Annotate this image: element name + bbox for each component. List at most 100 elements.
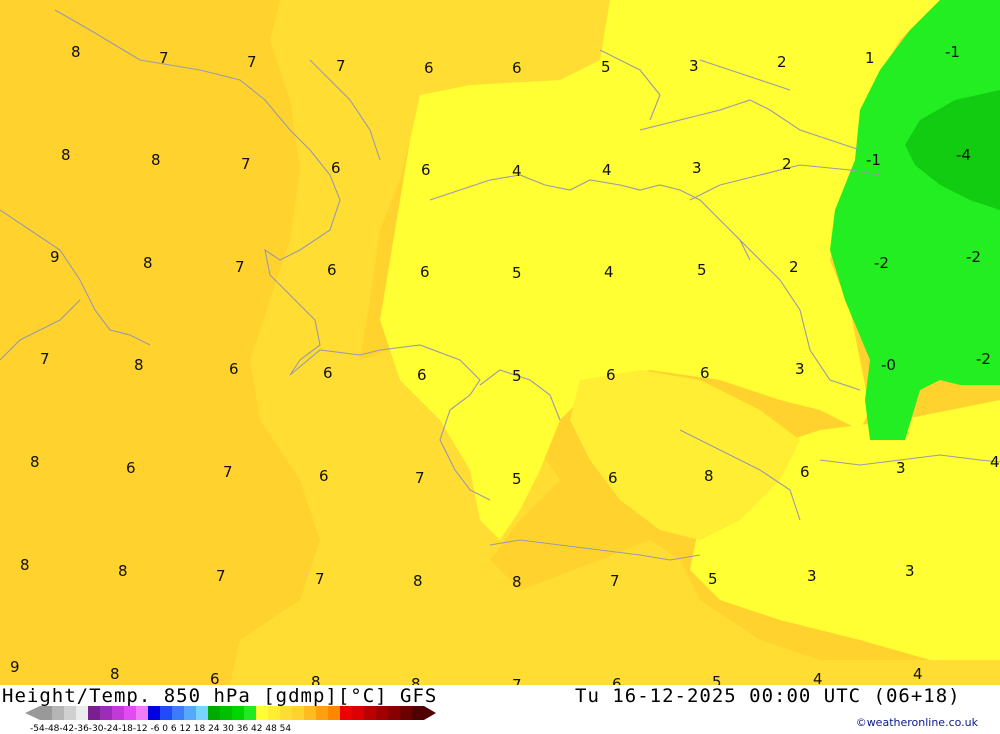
temp-label: 6 — [327, 261, 337, 279]
temp-label: 4 — [813, 670, 823, 685]
temp-label: 7 — [315, 570, 325, 588]
temp-label: 5 — [708, 570, 718, 588]
credit-link[interactable]: ©weatheronline.co.uk — [856, 716, 978, 729]
temp-label: 8 — [413, 572, 423, 590]
temp-label: 8 — [71, 43, 81, 61]
legend-color-cell — [88, 706, 100, 720]
temp-label: 4 — [913, 665, 923, 683]
temp-label: 9 — [50, 248, 60, 266]
temp-label: 6 — [229, 360, 239, 378]
legend-color-cell — [340, 706, 352, 720]
temp-label: 6 — [424, 59, 434, 77]
temp-label: 6 — [608, 469, 618, 487]
temp-label: 6 — [612, 675, 622, 685]
legend-color-cell — [208, 706, 220, 720]
temp-label: 5 — [601, 58, 611, 76]
temp-label: 5 — [697, 261, 707, 279]
legend-color-cell — [76, 706, 88, 720]
legend-color-cell — [160, 706, 172, 720]
temp-label: 7 — [415, 469, 425, 487]
legend-color-cell — [232, 706, 244, 720]
temp-label: 7 — [235, 258, 245, 276]
temp-label: 6 — [606, 366, 616, 384]
temp-label: 3 — [896, 459, 906, 477]
legend-color-cell — [256, 706, 268, 720]
temp-label: 3 — [795, 360, 805, 378]
temp-label: 8 — [151, 151, 161, 169]
temp-label: 7 — [159, 49, 169, 67]
legend-color-cell — [376, 706, 388, 720]
legend-color-cell — [328, 706, 340, 720]
temp-label: 3 — [905, 562, 915, 580]
temp-label: 8 — [134, 356, 144, 374]
temp-label: -4 — [956, 146, 971, 164]
temp-label: 8 — [311, 673, 321, 685]
legend-color-cell — [100, 706, 112, 720]
legend-color-cell — [388, 706, 400, 720]
legend-color-cell — [52, 706, 64, 720]
temp-label: 2 — [789, 258, 799, 276]
temp-label: 2 — [777, 53, 787, 71]
temp-label: 7 — [216, 567, 226, 585]
temp-label: 8 — [30, 453, 40, 471]
legend-color-cell — [136, 706, 148, 720]
temp-label: -0 — [881, 356, 896, 374]
legend-color-cell — [304, 706, 316, 720]
temp-label: 4 — [512, 162, 522, 180]
temp-label: 5 — [512, 264, 522, 282]
legend-color-cell — [316, 706, 328, 720]
temp-label: 5 — [712, 673, 722, 685]
legend-color-cell — [268, 706, 280, 720]
legend-color-cell — [172, 706, 184, 720]
temp-label: 4 — [604, 263, 614, 281]
legend-color-cell — [196, 706, 208, 720]
temp-label: 6 — [417, 366, 427, 384]
temp-label: 4 — [602, 161, 612, 179]
temp-label: -1 — [945, 43, 960, 61]
legend-color-cell — [184, 706, 196, 720]
temp-label: 6 — [420, 263, 430, 281]
temp-label: 7 — [512, 676, 522, 685]
temp-label: 6 — [319, 467, 329, 485]
temp-label: -2 — [976, 350, 991, 368]
legend-color-cell — [124, 706, 136, 720]
temp-label: 8 — [118, 562, 128, 580]
temp-label: 3 — [807, 567, 817, 585]
color-scale-legend — [25, 706, 436, 720]
temp-label: 3 — [689, 57, 699, 75]
temp-label: 6 — [421, 161, 431, 179]
temp-label: -1 — [866, 151, 881, 169]
temp-label: 7 — [241, 155, 251, 173]
legend-color-cell — [412, 706, 424, 720]
temp-label: -2 — [874, 254, 889, 272]
temp-label: 8 — [512, 573, 522, 591]
legend-arrow-right — [424, 706, 436, 720]
legend-color-cell — [364, 706, 376, 720]
valid-time: Tu 16-12-2025 00:00 UTC (06+18) — [575, 685, 961, 707]
legend-color-cell — [64, 706, 76, 720]
temp-label: 9 — [10, 658, 20, 676]
temp-label: 8 — [61, 146, 71, 164]
temp-label: -2 — [966, 248, 981, 266]
temp-label: 8 — [704, 467, 714, 485]
legend-color-cell — [292, 706, 304, 720]
temp-label: 6 — [126, 459, 136, 477]
temp-label: 8 — [20, 556, 30, 574]
temp-label: 7 — [223, 463, 233, 481]
temp-label: 6 — [800, 463, 810, 481]
map-title: Height/Temp. 850 hPa [gdmp][°C] GFS — [2, 685, 438, 707]
legend-color-cell — [352, 706, 364, 720]
temp-label: 7 — [610, 572, 620, 590]
temp-label: 6 — [210, 670, 220, 685]
temp-label: 6 — [323, 364, 333, 382]
temp-label: 8 — [411, 675, 421, 685]
legend-color-cell — [40, 706, 52, 720]
legend-color-cell — [148, 706, 160, 720]
temp-label: 7 — [247, 53, 257, 71]
legend-color-cell — [112, 706, 124, 720]
legend-color-cell — [280, 706, 292, 720]
map-footer: Height/Temp. 850 hPa [gdmp][°C] GFS Tu 1… — [0, 685, 1000, 734]
temp-label: 6 — [512, 59, 522, 77]
temp-label: 6 — [331, 159, 341, 177]
temp-label: 7 — [40, 350, 50, 368]
